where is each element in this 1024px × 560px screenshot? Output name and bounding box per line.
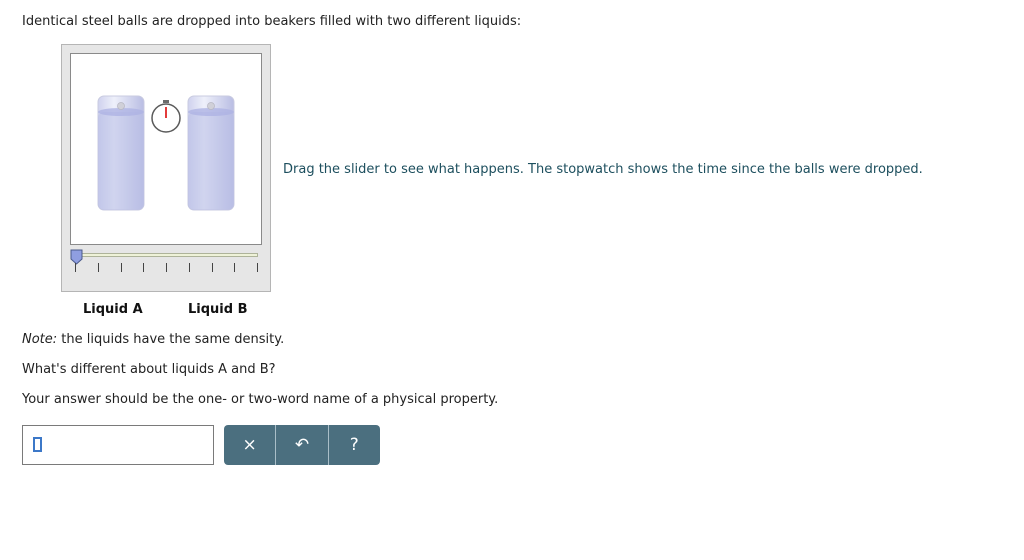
slider-tick bbox=[97, 263, 99, 272]
time-slider-thumb[interactable] bbox=[70, 249, 83, 265]
liquid-a-label: Liquid A bbox=[83, 302, 143, 317]
drag-instruction: Drag the slider to see what happens. The… bbox=[283, 162, 923, 177]
answer-input[interactable] bbox=[22, 425, 214, 465]
stopwatch-icon bbox=[151, 100, 181, 133]
clear-button[interactable]: × bbox=[224, 425, 275, 465]
text-cursor bbox=[33, 437, 42, 452]
beaker-scene bbox=[70, 53, 262, 245]
intro-text: Identical steel balls are dropped into b… bbox=[22, 14, 522, 29]
slider-tick bbox=[211, 263, 213, 272]
undo-button[interactable]: ↶ bbox=[275, 425, 327, 465]
note-prefix: Note: bbox=[22, 332, 58, 347]
help-button[interactable]: ? bbox=[327, 425, 380, 465]
answer-toolbar: × ↶ ? bbox=[224, 425, 380, 465]
slider-tick bbox=[75, 263, 76, 272]
density-note: Note: the liquids have the same density. bbox=[22, 332, 284, 347]
beaker-a bbox=[97, 95, 145, 211]
slider-tick bbox=[257, 263, 258, 272]
time-slider-track[interactable] bbox=[76, 253, 258, 257]
slider-tick bbox=[234, 263, 236, 272]
slider-tick bbox=[120, 263, 122, 272]
beaker-b bbox=[187, 95, 235, 211]
liquid-b-label: Liquid B bbox=[188, 302, 248, 317]
note-text: the liquids have the same density. bbox=[57, 332, 285, 347]
steel-ball-a bbox=[117, 102, 125, 110]
simulation-panel bbox=[61, 44, 271, 292]
question-text: What's different about liquids A and B? bbox=[22, 362, 276, 377]
slider-tick bbox=[143, 263, 145, 272]
answer-instruction: Your answer should be the one- or two-wo… bbox=[22, 392, 499, 407]
slider-tick bbox=[166, 263, 167, 272]
steel-ball-b bbox=[207, 102, 215, 110]
slider-tick bbox=[188, 263, 190, 272]
